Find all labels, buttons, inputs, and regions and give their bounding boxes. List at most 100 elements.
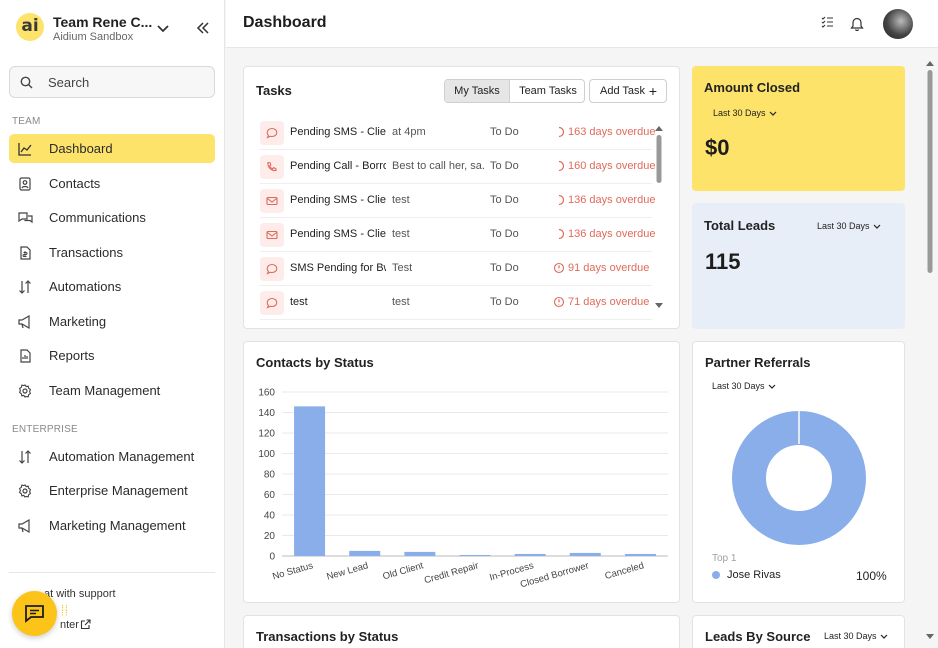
bell-icon[interactable] bbox=[850, 16, 864, 31]
drag-handle-icon[interactable]: ⁝⁝ ⁝⁝ bbox=[61, 604, 71, 622]
sidebar-item-dashboard[interactable]: Dashboard bbox=[9, 134, 215, 163]
legend-percent: 100% bbox=[856, 569, 887, 583]
bar-in-process[interactable] bbox=[514, 553, 546, 556]
task-note: test bbox=[392, 194, 410, 206]
sidebar-item-label: Team Management bbox=[49, 383, 161, 398]
task-row[interactable]: SMS Pending for Bw Test To Do 91 days overd… bbox=[260, 252, 652, 286]
task-name: Pending Call - Borrower bbox=[290, 160, 386, 172]
range-label: Last 30 Days bbox=[712, 381, 765, 391]
total-leads-value: 115 bbox=[705, 249, 741, 274]
sidebar-divider bbox=[9, 572, 215, 573]
y-tick-label: 120 bbox=[258, 429, 275, 440]
task-name: Pending SMS - Client bbox=[290, 194, 386, 206]
task-name: test bbox=[290, 296, 308, 308]
contacts-by-status-card: Contacts by Status 0 20 40 60 80 100 120 140 160… bbox=[243, 341, 680, 603]
task-row[interactable]: Pending SMS - Client test To Do 136 days ov… bbox=[260, 184, 656, 218]
bar-closed-borrower[interactable] bbox=[569, 552, 601, 556]
team-switcher[interactable]: ai Team Rene C... Aidium Sandbox bbox=[16, 13, 216, 49]
task-due-text: 160 days overdue bbox=[568, 160, 656, 172]
total-leads-title: Total Leads bbox=[704, 218, 776, 233]
search-input[interactable]: Search bbox=[9, 66, 215, 98]
page-title: Dashboard bbox=[243, 14, 327, 31]
task-note: test bbox=[392, 296, 410, 308]
megaphone-icon bbox=[18, 315, 30, 329]
support-chat-button[interactable] bbox=[12, 591, 57, 636]
brand-logo: ai bbox=[16, 13, 44, 41]
task-status: To Do bbox=[490, 126, 519, 138]
y-tick-label: 20 bbox=[264, 531, 276, 542]
sidebar-item-reports[interactable]: Reports bbox=[9, 341, 215, 370]
email-icon bbox=[266, 196, 278, 206]
avatar[interactable] bbox=[883, 9, 913, 39]
leads-by-source-title: Leads By Source bbox=[705, 629, 811, 644]
sidebar-item-team-management[interactable]: Team Management bbox=[9, 376, 215, 405]
amount-closed-card: Amount Closed Last 30 Days $0 bbox=[692, 66, 905, 191]
task-due-text: 136 days overdue bbox=[568, 194, 656, 206]
chevron-down-icon[interactable] bbox=[156, 21, 170, 35]
total-leads-card: Total Leads Last 30 Days 115 bbox=[692, 203, 905, 329]
search-icon bbox=[20, 76, 33, 89]
contacts-icon bbox=[19, 177, 31, 191]
plus-icon: + bbox=[648, 83, 657, 99]
partner-referrals-range-select[interactable]: Last 30 Days bbox=[712, 381, 776, 391]
add-task-label: Add Task bbox=[600, 85, 646, 97]
transactions-by-status-card: Transactions by Status bbox=[243, 615, 680, 648]
bar-no-status[interactable] bbox=[294, 406, 326, 556]
task-row[interactable]: test test To Do 71 days overdue bbox=[260, 286, 652, 320]
add-task-button[interactable]: Add Task + bbox=[589, 79, 667, 103]
document-dollar-icon bbox=[20, 246, 31, 260]
amount-closed-title: Amount Closed bbox=[704, 80, 801, 95]
task-due-text: 163 days overdue bbox=[568, 126, 656, 138]
automation-sort-icon bbox=[19, 450, 31, 464]
sidebar-item-label: Enterprise Management bbox=[49, 483, 188, 498]
page-scrollbar[interactable] bbox=[926, 60, 934, 640]
sidebar: ai Team Rene C... Aidium Sandbox Search … bbox=[0, 0, 225, 648]
team-name: Team Rene C... bbox=[53, 14, 153, 30]
bar-credit-repair[interactable] bbox=[459, 554, 491, 556]
task-note: Test bbox=[392, 262, 413, 274]
task-row[interactable]: Pending Call - Borrower Best to call her,… bbox=[260, 150, 656, 184]
clock-alert-icon bbox=[553, 296, 565, 308]
x-tick-label: Old Client bbox=[382, 560, 425, 582]
tasks-scrollbar[interactable] bbox=[654, 123, 664, 309]
sidebar-item-enterprise-management[interactable]: Enterprise Management bbox=[9, 476, 215, 505]
leads-source-range-select[interactable]: Last 30 Days bbox=[824, 631, 888, 641]
sidebar-item-marketing-management[interactable]: Marketing Management bbox=[9, 511, 215, 540]
total-leads-range-select[interactable]: Last 30 Days bbox=[817, 221, 881, 231]
tab-team-tasks[interactable]: Team Tasks bbox=[511, 80, 584, 102]
task-name: SMS Pending for Bw bbox=[290, 262, 386, 274]
sidebar-item-contacts[interactable]: Contacts bbox=[9, 169, 215, 198]
task-list-icon[interactable] bbox=[821, 16, 833, 28]
task-due-text: 136 days overdue bbox=[568, 228, 656, 240]
sidebar-item-label: Automation Management bbox=[49, 449, 195, 464]
range-label: Last 30 Days bbox=[817, 221, 870, 231]
chat-with-support-link[interactable]: at with support bbox=[44, 588, 116, 600]
task-type-badge bbox=[260, 189, 284, 213]
y-tick-label: 40 bbox=[264, 511, 276, 522]
task-row[interactable]: Pending SMS - Client at 4pm To Do 163 days … bbox=[260, 116, 656, 150]
partial-circle-icon bbox=[558, 160, 565, 172]
task-row[interactable]: Pending SMS - Client test To Do 136 days ov… bbox=[260, 218, 656, 252]
sidebar-item-automations[interactable]: Automations bbox=[9, 272, 215, 301]
partial-circle-icon bbox=[558, 228, 565, 240]
sidebar-item-automation-management[interactable]: Automation Management bbox=[9, 442, 215, 471]
sidebar-item-communications[interactable]: Communications bbox=[9, 203, 215, 232]
chevron-down-icon bbox=[880, 634, 887, 639]
bar-new-lead[interactable] bbox=[349, 550, 381, 556]
sidebar-item-transactions[interactable]: Transactions bbox=[9, 238, 215, 267]
bar-canceled[interactable] bbox=[624, 553, 656, 556]
email-icon bbox=[266, 230, 278, 240]
tab-my-tasks[interactable]: My Tasks bbox=[445, 80, 510, 102]
task-type-badge bbox=[260, 257, 284, 281]
collapse-sidebar-icon[interactable] bbox=[195, 20, 211, 36]
task-note: Best to call her, sa... bbox=[392, 160, 484, 172]
amount-closed-range-select[interactable]: Last 30 Days bbox=[713, 108, 777, 118]
top-header: Dashboard bbox=[226, 0, 938, 48]
sidebar-item-marketing[interactable]: Marketing bbox=[9, 307, 215, 336]
bar-old-client[interactable] bbox=[404, 551, 436, 556]
task-status: To Do bbox=[490, 296, 519, 308]
team-subtitle: Aidium Sandbox bbox=[53, 31, 134, 43]
phone-icon bbox=[267, 161, 277, 172]
x-tick-label: Credit Repair bbox=[423, 560, 480, 586]
contacts-by-status-title: Contacts by Status bbox=[256, 355, 374, 370]
